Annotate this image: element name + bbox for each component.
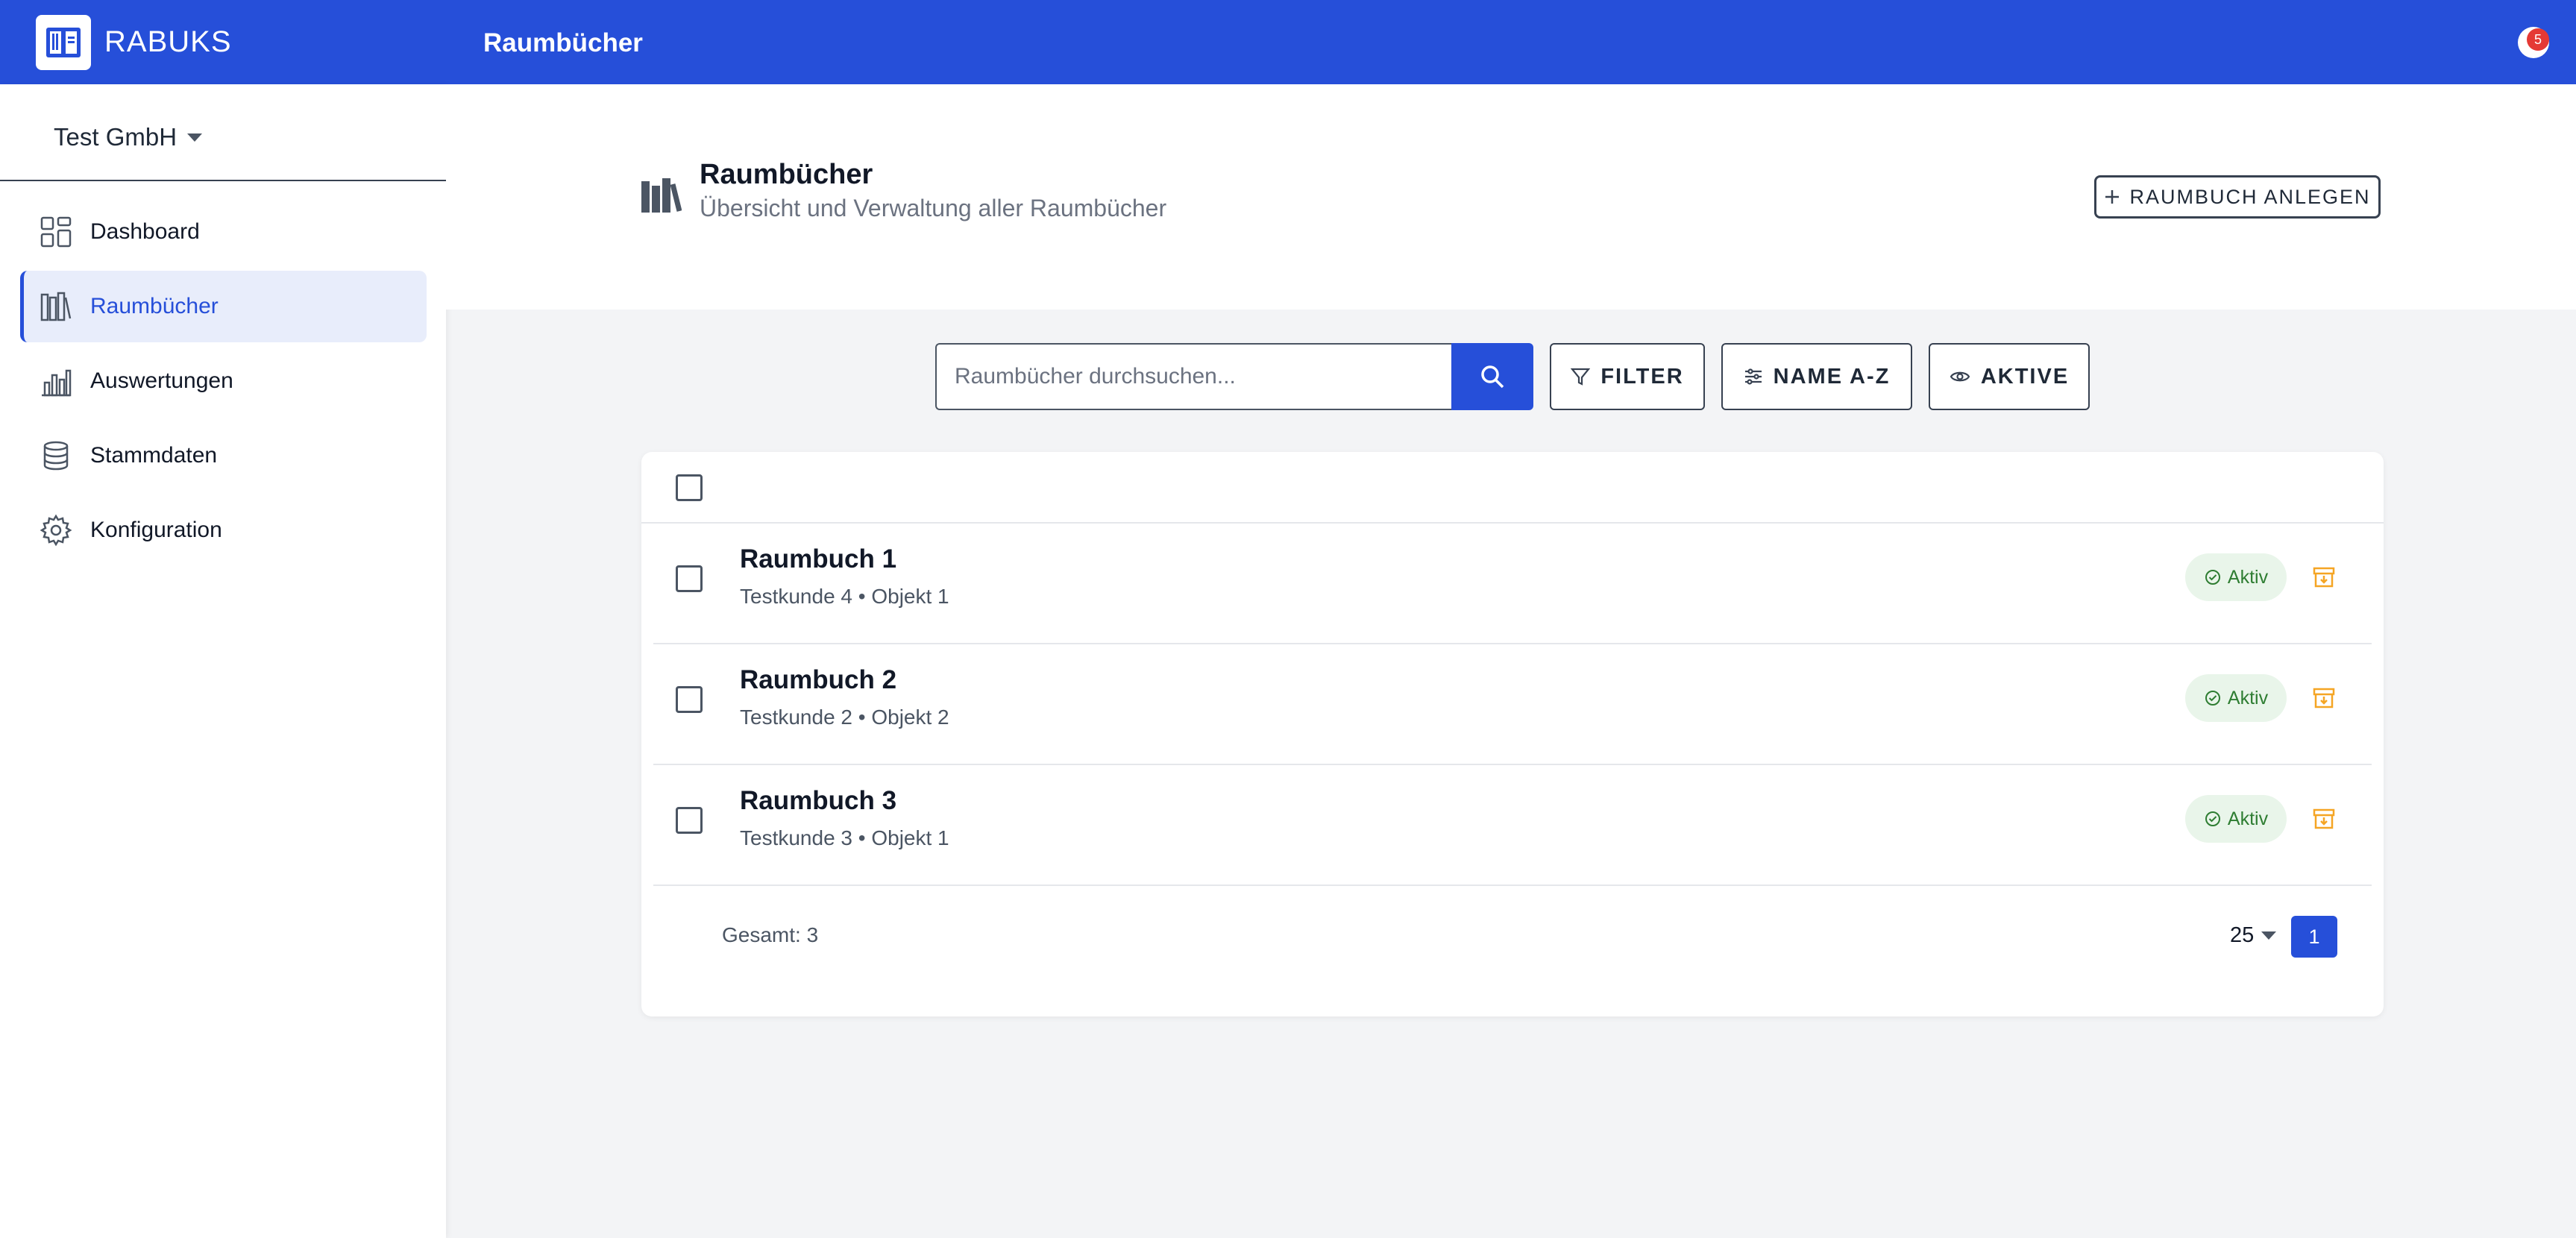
page-button[interactable]: 1 bbox=[2291, 916, 2337, 958]
row-subtitle: Testkunde 4 • Objekt 1 bbox=[740, 585, 949, 608]
filter-icon bbox=[1571, 368, 1591, 386]
filter-label: FILTER bbox=[1600, 364, 1684, 389]
archive-icon[interactable] bbox=[2312, 565, 2336, 589]
sidebar-item-label: Auswertungen bbox=[90, 368, 233, 393]
status-text: Aktiv bbox=[2227, 808, 2269, 829]
list-item[interactable]: Raumbuch 1 Testkunde 4 • Objekt 1 Aktiv bbox=[653, 524, 2372, 644]
list-header bbox=[641, 452, 2384, 524]
bar-chart-icon bbox=[38, 363, 74, 399]
sidebar-item-label: Dashboard bbox=[90, 219, 200, 244]
chevron-down-icon bbox=[2261, 931, 2277, 940]
books-icon bbox=[38, 289, 74, 324]
sidebar-item-stammdaten[interactable]: Stammdaten bbox=[20, 420, 427, 491]
status-text: Aktiv bbox=[2227, 687, 2269, 708]
status-filter-label: AKTIVE bbox=[1980, 364, 2070, 389]
check-circle-icon bbox=[2205, 691, 2220, 706]
status-badge: Aktiv bbox=[2185, 553, 2287, 601]
raumbuch-list: Raumbuch 1 Testkunde 4 • Objekt 1 Aktiv … bbox=[641, 452, 2384, 1017]
create-raumbuch-button[interactable]: RAUMBUCH ANLEGEN bbox=[2094, 175, 2381, 219]
sort-label: NAME A-Z bbox=[1773, 364, 1891, 389]
page-header: Raumbücher Übersicht und Verwaltung alle… bbox=[446, 84, 2576, 310]
database-icon bbox=[38, 438, 74, 474]
notification-badge[interactable]: 5 bbox=[2527, 28, 2549, 51]
search-button[interactable] bbox=[1451, 343, 1533, 410]
search-icon bbox=[1481, 365, 1504, 389]
check-circle-icon bbox=[2205, 811, 2220, 826]
check-circle-icon bbox=[2205, 570, 2220, 585]
total-count: Gesamt: 3 bbox=[722, 923, 819, 946]
search-bar bbox=[935, 343, 1533, 410]
status-badge: Aktiv bbox=[2185, 795, 2287, 843]
create-raumbuch-label: RAUMBUCH ANLEGEN bbox=[2129, 185, 2371, 208]
sidebar-item-raumbuecher[interactable]: Raumbücher bbox=[20, 271, 427, 342]
row-title: Raumbuch 3 bbox=[740, 786, 897, 815]
filter-button[interactable]: FILTER bbox=[1550, 343, 1705, 410]
app-name: RABUKS bbox=[104, 25, 232, 58]
company-name: Test GmbH bbox=[54, 123, 178, 151]
eye-icon bbox=[1950, 371, 1970, 382]
dashboard-icon bbox=[38, 214, 74, 250]
status-filter-button[interactable]: AKTIVE bbox=[1929, 343, 2090, 410]
sort-button[interactable]: NAME A-Z bbox=[1721, 343, 1912, 410]
archive-icon[interactable] bbox=[2312, 686, 2336, 710]
sidebar-item-auswertungen[interactable]: Auswertungen bbox=[20, 345, 427, 417]
row-checkbox[interactable] bbox=[676, 807, 703, 834]
company-selector[interactable]: Test GmbH bbox=[54, 123, 203, 151]
page-size-value: 25 bbox=[2230, 923, 2255, 947]
row-checkbox[interactable] bbox=[676, 565, 703, 592]
divider bbox=[0, 180, 446, 181]
row-title: Raumbuch 1 bbox=[740, 544, 897, 574]
sidebar-nav: Dashboard Raumbücher Auswertungen Stammd… bbox=[20, 196, 427, 569]
chevron-down-icon bbox=[187, 133, 203, 142]
row-subtitle: Testkunde 2 • Objekt 2 bbox=[740, 706, 949, 729]
page-title: Raumbücher bbox=[700, 159, 873, 190]
select-all-checkbox[interactable] bbox=[676, 474, 703, 501]
page-subtitle: Übersicht und Verwaltung aller Raumbüche… bbox=[700, 195, 1167, 221]
row-title: Raumbuch 2 bbox=[740, 665, 897, 694]
page-size-select[interactable]: 25 bbox=[2230, 923, 2277, 948]
books-icon bbox=[641, 178, 682, 213]
sliders-icon bbox=[1744, 368, 1762, 385]
sidebar-item-label: Konfiguration bbox=[90, 518, 222, 542]
top-bar: RABUKS Raumbücher 5 bbox=[0, 0, 2576, 84]
row-subtitle: Testkunde 3 • Objekt 1 bbox=[740, 826, 949, 849]
sidebar: Test GmbH Dashboard Raumbücher Auswertun… bbox=[0, 84, 446, 1238]
list-item[interactable]: Raumbuch 3 Testkunde 3 • Objekt 1 Aktiv bbox=[653, 765, 2372, 886]
sidebar-item-label: Raumbücher bbox=[90, 294, 219, 318]
status-text: Aktiv bbox=[2227, 566, 2269, 588]
book-logo-icon bbox=[46, 28, 81, 57]
plus-icon bbox=[2105, 190, 2120, 204]
status-badge: Aktiv bbox=[2185, 674, 2287, 722]
archive-icon[interactable] bbox=[2312, 807, 2336, 831]
sidebar-item-label: Stammdaten bbox=[90, 443, 218, 468]
sidebar-item-konfiguration[interactable]: Konfiguration bbox=[20, 494, 427, 566]
logo[interactable] bbox=[36, 15, 91, 70]
list-item[interactable]: Raumbuch 2 Testkunde 2 • Objekt 2 Aktiv bbox=[653, 644, 2372, 765]
search-input[interactable] bbox=[935, 343, 1451, 410]
row-checkbox[interactable] bbox=[676, 686, 703, 713]
sidebar-item-dashboard[interactable]: Dashboard bbox=[20, 196, 427, 268]
gear-icon bbox=[38, 512, 74, 548]
page-heading: Raumbücher bbox=[483, 28, 643, 57]
